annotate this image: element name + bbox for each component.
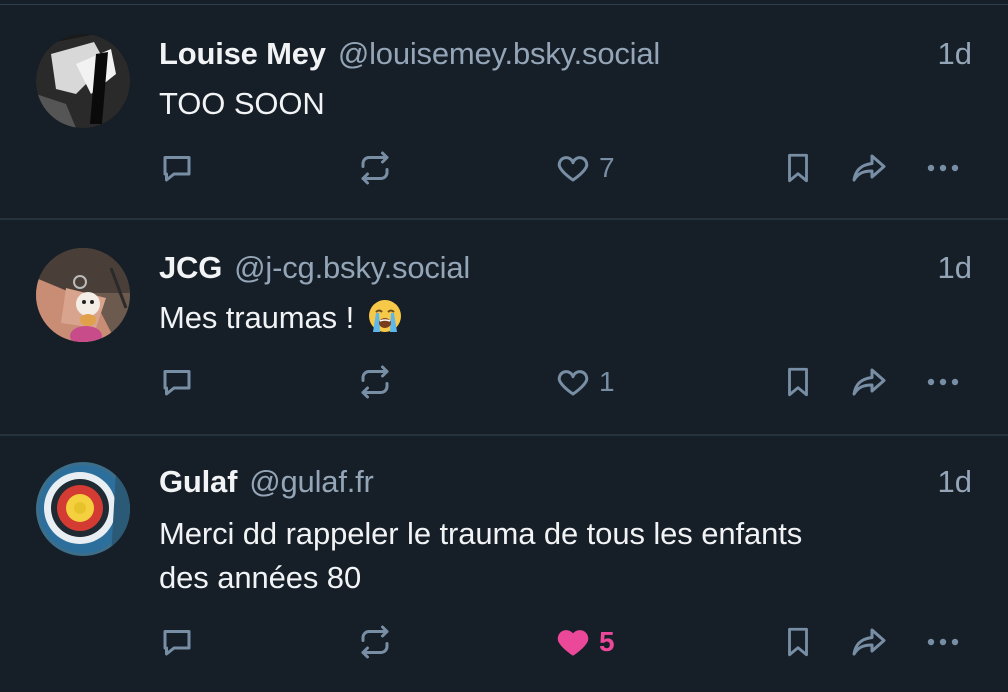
- repost-arrows-icon: [357, 624, 393, 660]
- share-button[interactable]: [849, 622, 889, 662]
- post-timestamp[interactable]: 1d: [938, 36, 972, 72]
- post-text-content: Mes traumas !: [159, 300, 363, 335]
- like-count: 5: [599, 626, 615, 657]
- thread-replies: Louise Mey @louisemey.bsky.social 1d TOO…: [0, 0, 1008, 692]
- share-button[interactable]: [849, 362, 889, 402]
- like-button[interactable]: 1: [555, 362, 615, 402]
- loudly-crying-face-icon: [367, 298, 403, 346]
- repost-arrows-icon: [357, 150, 393, 186]
- share-button[interactable]: [849, 148, 889, 188]
- post-item[interactable]: JCG @j-cg.bsky.social 1d Mes traumas ! 1: [0, 220, 1008, 436]
- speech-bubble-icon: [159, 624, 195, 660]
- heart-icon: [555, 364, 591, 400]
- author-handle[interactable]: @louisemey.bsky.social: [338, 36, 660, 72]
- reply-button[interactable]: [159, 622, 195, 662]
- post-text-line: Merci dd rappeler le trauma de tous les …: [159, 516, 803, 551]
- repost-button[interactable]: [357, 622, 393, 662]
- more-options-button[interactable]: [923, 362, 963, 402]
- repost-button[interactable]: [357, 362, 393, 402]
- avatar[interactable]: [36, 34, 130, 128]
- share-arrow-icon: [849, 624, 889, 660]
- heart-filled-icon: [555, 624, 591, 660]
- author-handle[interactable]: @gulaf.fr: [249, 464, 374, 500]
- more-options-button[interactable]: [923, 148, 963, 188]
- post-text: Mes traumas !: [159, 296, 948, 346]
- post-actions: 7: [159, 148, 972, 188]
- share-arrow-icon: [849, 150, 889, 186]
- reply-button[interactable]: [159, 362, 195, 402]
- author-name[interactable]: JCG: [159, 250, 222, 286]
- author-name[interactable]: Gulaf: [159, 464, 237, 500]
- speech-bubble-icon: [159, 364, 195, 400]
- top-divider: [0, 4, 1008, 5]
- like-button[interactable]: 7: [555, 148, 615, 188]
- like-button-liked[interactable]: 5: [555, 622, 615, 662]
- post-text: Merci dd rappeler le trauma de tous les …: [159, 512, 948, 600]
- author-handle[interactable]: @j-cg.bsky.social: [234, 250, 470, 286]
- bookmark-button[interactable]: [781, 622, 815, 662]
- post-actions: 5: [159, 622, 972, 662]
- bookmark-icon: [781, 364, 815, 400]
- speech-bubble-icon: [159, 150, 195, 186]
- post-text-content: TOO SOON: [159, 86, 325, 121]
- ellipsis-icon: [923, 624, 963, 660]
- bookmark-icon: [781, 624, 815, 660]
- reply-button[interactable]: [159, 148, 195, 188]
- bookmark-button[interactable]: [781, 148, 815, 188]
- like-count: 7: [599, 152, 615, 183]
- post-item[interactable]: Gulaf @gulaf.fr 1d Merci dd rappeler le …: [0, 436, 1008, 692]
- ellipsis-icon: [923, 364, 963, 400]
- more-options-button[interactable]: [923, 622, 963, 662]
- avatar[interactable]: [36, 462, 130, 556]
- post-text: TOO SOON: [159, 82, 948, 126]
- avatar[interactable]: [36, 248, 130, 342]
- like-count: 1: [599, 366, 615, 397]
- repost-arrows-icon: [357, 364, 393, 400]
- repost-button[interactable]: [357, 148, 393, 188]
- heart-icon: [555, 150, 591, 186]
- post-item[interactable]: Louise Mey @louisemey.bsky.social 1d TOO…: [0, 6, 1008, 220]
- post-timestamp[interactable]: 1d: [938, 250, 972, 286]
- share-arrow-icon: [849, 364, 889, 400]
- post-text-line: des années 80: [159, 560, 362, 595]
- ellipsis-icon: [923, 150, 963, 186]
- post-timestamp[interactable]: 1d: [938, 464, 972, 500]
- author-name[interactable]: Louise Mey: [159, 36, 326, 72]
- post-actions: 1: [159, 362, 972, 402]
- bookmark-button[interactable]: [781, 362, 815, 402]
- bookmark-icon: [781, 150, 815, 186]
